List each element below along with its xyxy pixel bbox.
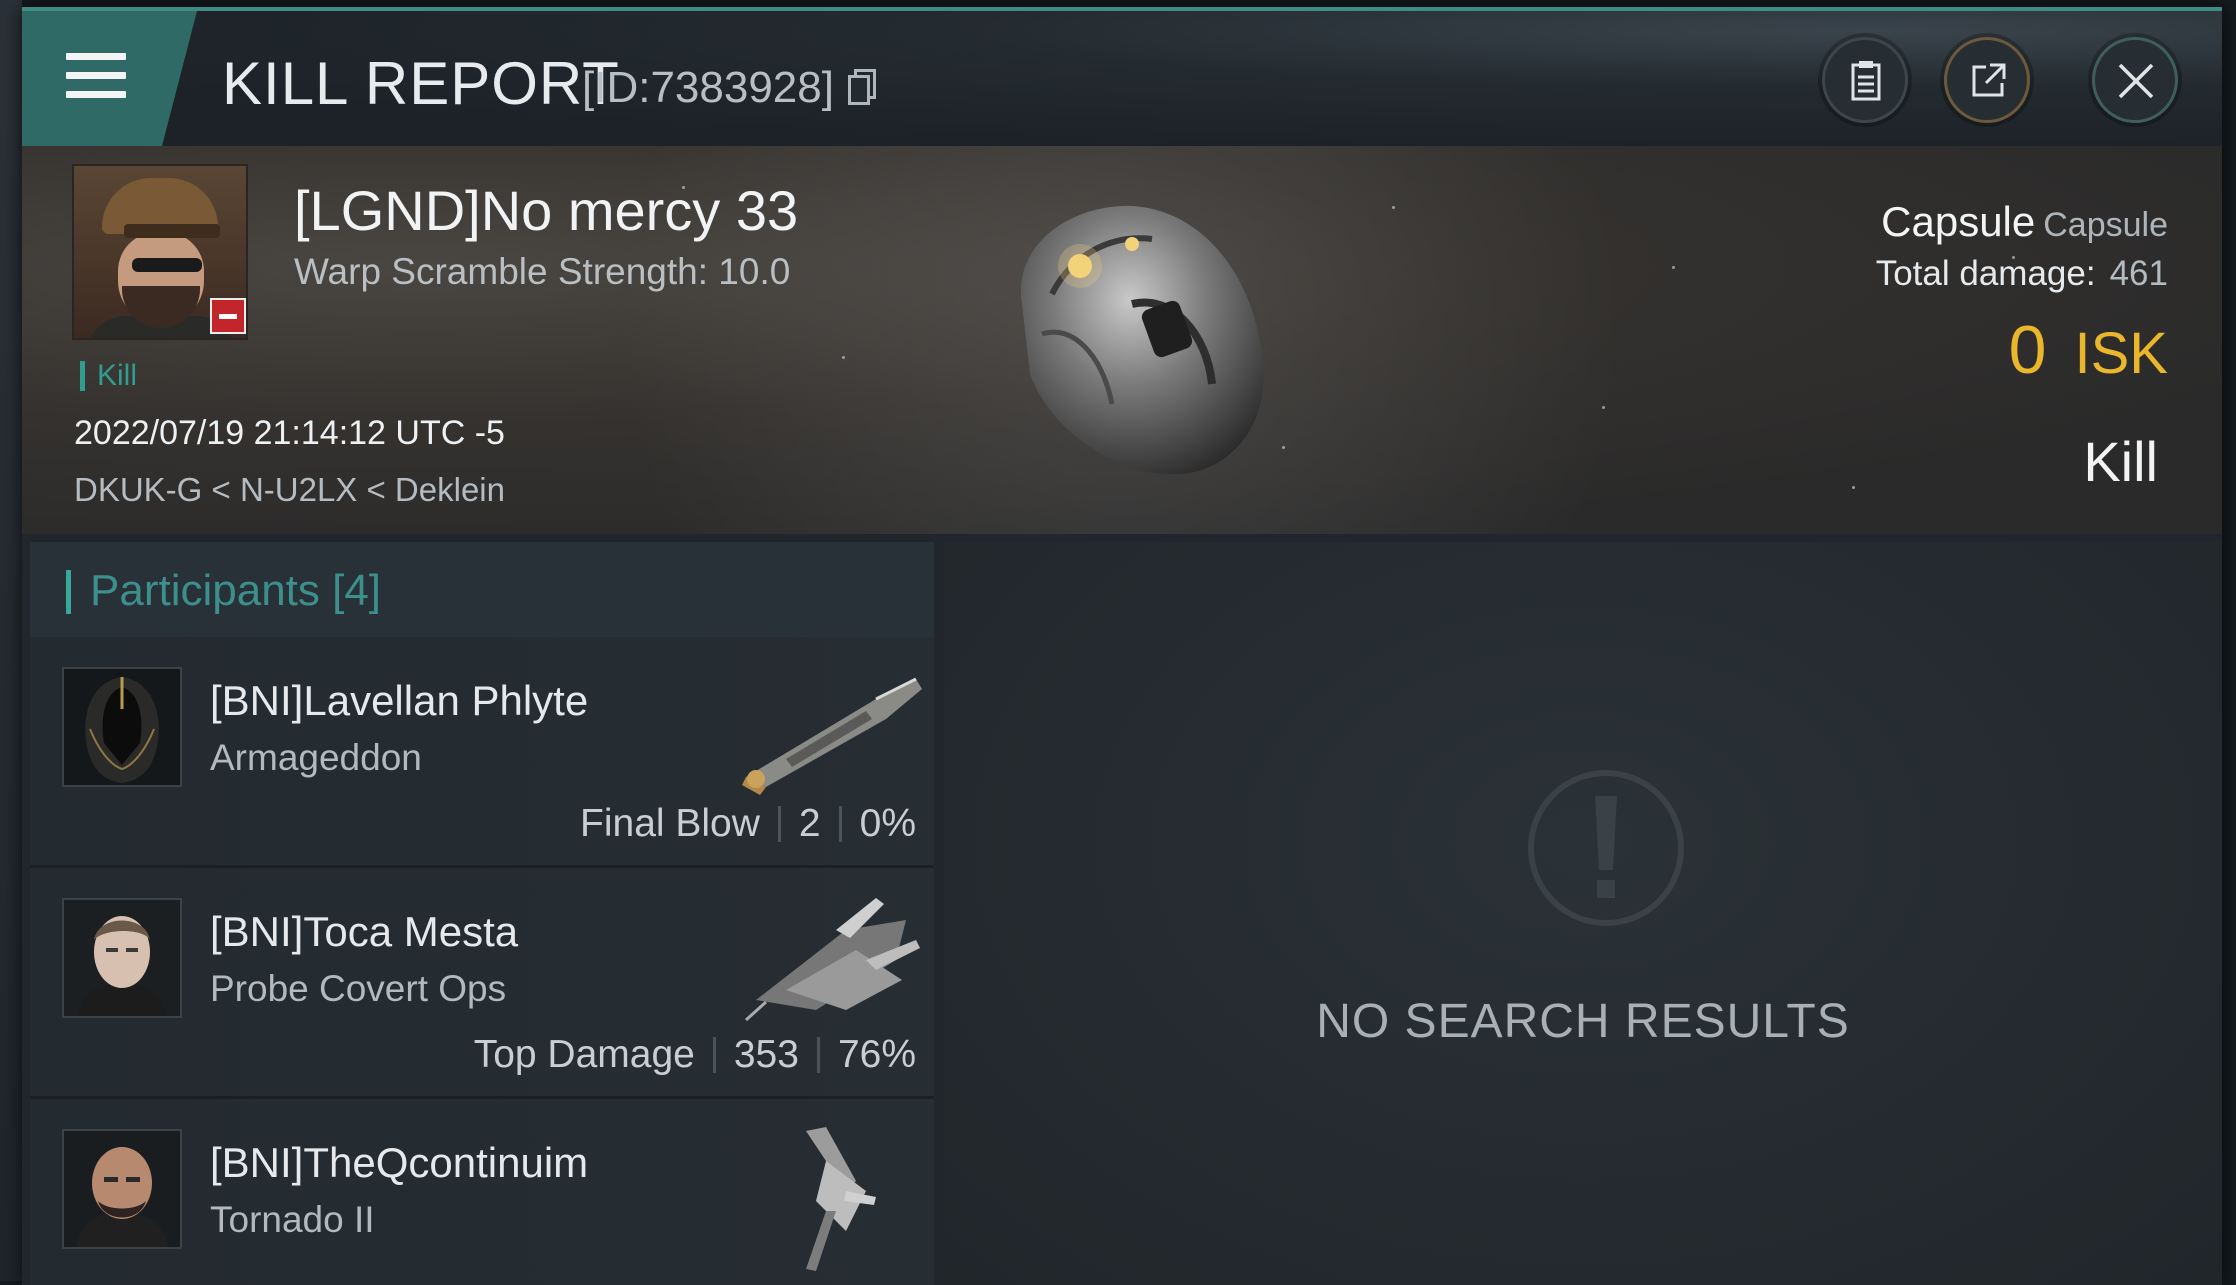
participant-role: Top Damage [473,1033,695,1076]
isk-unit: ISK [2074,321,2169,386]
participant-row[interactable]: [BNI]TheQcontinuim Tornado II [30,1099,934,1285]
results-panel: NO SEARCH RESULTS [944,542,2222,1285]
isk-value: 0 ISK [2009,311,2168,389]
tornado-ship-icon [806,1127,876,1271]
close-button[interactable] [2092,37,2178,123]
participant-avatar: ★ [62,898,182,1018]
copy-icon[interactable] [848,69,876,105]
participant-stats: Top Damage 353 76% [474,1033,916,1077]
clipboard-button[interactable] [1822,37,1908,123]
report-id: [ID:7383928] [582,63,834,112]
result-label: Kill [2083,430,2158,493]
kill-tag: Kill [80,361,137,391]
clipboard-icon [1851,61,1881,101]
participant-percent: 76% [837,1033,916,1076]
total-damage-label: Total damage: [1875,254,2096,293]
share-button[interactable] [1944,37,2030,123]
participant-avatar [62,1129,182,1249]
participant-name: [BNI]Toca Mesta [210,908,519,955]
participant-name: [BNI]Lavellan Phlyte [210,677,589,724]
participant-percent: 0% [859,802,916,845]
probe-ship-icon [744,898,920,1022]
no-results-message: NO SEARCH RESULTS [1316,995,1850,1048]
exclamation-icon [1528,770,1684,926]
isk-amount: 0 [2008,312,2047,388]
participants-panel: Participants [4] [BNI]Lavellan Phlyte Ar… [30,542,934,1285]
menu-tab[interactable] [22,11,197,146]
warp-scramble-strength: Warp Scramble Strength: 10.0 [294,251,791,292]
share-icon [1972,63,2006,97]
participant-damage: 353 [733,1033,799,1076]
purple-person-badge [180,1245,182,1249]
menu-icon[interactable] [66,53,126,101]
victim-ship-type[interactable]: Capsule Capsule [1881,198,2168,246]
participant-stats: Final Blow 2 0% [580,802,916,846]
participant-ship: Armageddon [210,737,422,778]
page-title: KILL REPORT [222,50,620,117]
participant-role: Final Blow [580,802,760,845]
total-damage: Total damage: 461 [1876,254,2168,294]
participant-ship: Probe Covert Ops [210,968,507,1009]
ship-class: Capsule [2043,206,2168,244]
capsule-ship-render [1020,205,1264,475]
participants-title: Participants [4] [90,566,382,615]
green-star-badge: ★ [180,1014,182,1018]
participant-row[interactable]: ★ [BNI]Toca Mesta Probe Covert Ops Top D… [30,868,934,1099]
background-game-strip [0,0,22,1281]
participant-avatar [62,667,182,787]
kill-report-window: KILL REPORT [ID:7383928] [LGND]No mercy … [22,7,2222,1285]
participants-header[interactable]: Participants [4] [30,542,934,637]
participant-row[interactable]: [BNI]Lavellan Phlyte Armageddon Final Bl… [30,637,934,868]
ship-name: Capsule [1881,198,2036,245]
total-damage-value: 461 [2109,254,2168,293]
victim-banner: [LGND]No mercy 33 Warp Scramble Strength… [22,146,2222,534]
armageddon-ship-icon [742,677,922,795]
victim-name[interactable]: [LGND]No mercy 33 [294,178,798,243]
close-icon [2118,63,2154,99]
participant-ship: Tornado II [210,1199,375,1240]
participant-damage: 2 [798,802,821,845]
standing-minus-badge [210,298,246,334]
participant-name: [BNI]TheQcontinuim [210,1139,589,1186]
kill-location[interactable]: DKUK-G < N-U2LX < Deklein [74,471,505,509]
kill-datetime: 2022/07/19 21:14:12 UTC -5 [74,414,505,452]
window-header: KILL REPORT [ID:7383928] [22,11,2222,146]
